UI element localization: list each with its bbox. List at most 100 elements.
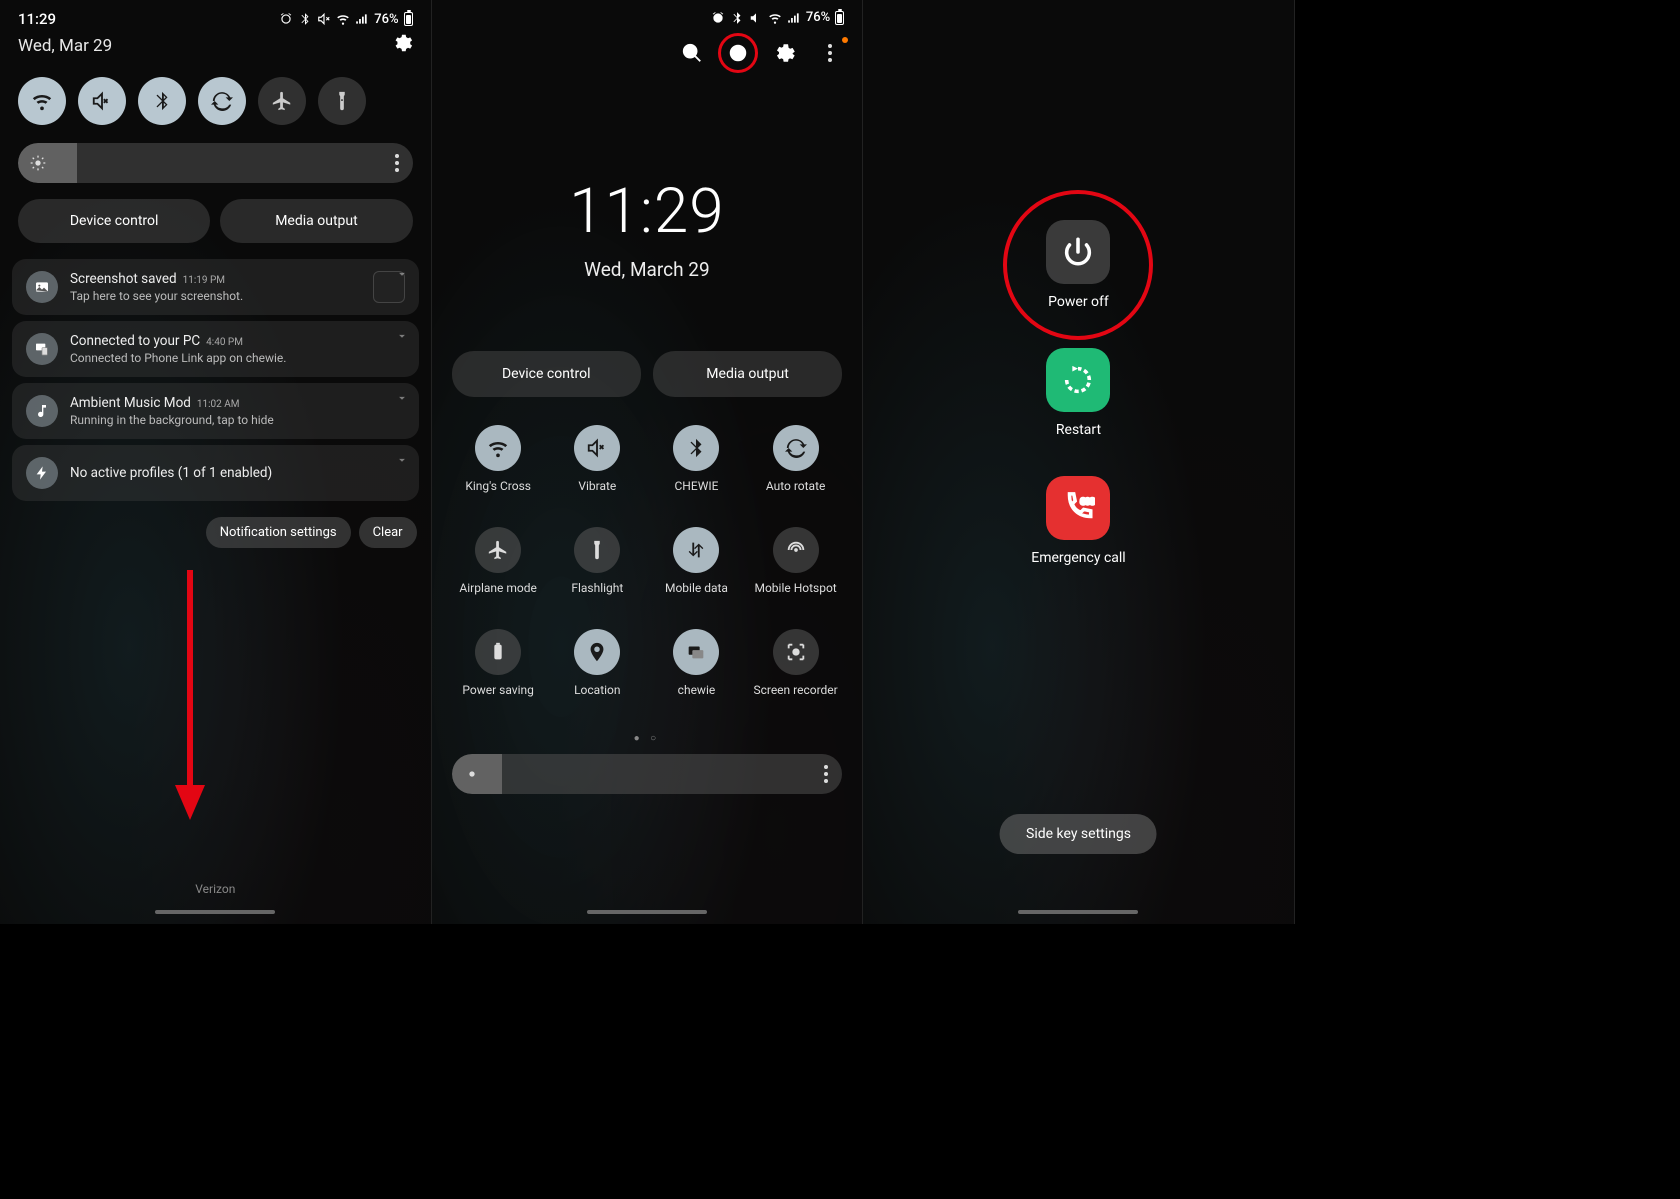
notification-actions: Notification settings Clear (0, 509, 431, 556)
emergency-label: Emergency call (1031, 550, 1125, 566)
notification-item[interactable]: No active profiles (1 of 1 enabled) (12, 445, 419, 501)
image-icon (26, 271, 58, 303)
notification-item[interactable]: Screenshot saved11:19 PM Tap here to see… (12, 259, 419, 315)
battery-icon (835, 11, 844, 25)
qs-mobiledata[interactable]: Mobile data (652, 527, 741, 609)
qs-label: Location (574, 683, 620, 711)
device-control-button[interactable]: Device control (18, 199, 210, 243)
notification-subtitle: Tap here to see your screenshot. (70, 289, 361, 303)
power-icon[interactable] (724, 39, 752, 67)
notification-body: Screenshot saved11:19 PM Tap here to see… (70, 271, 361, 303)
qs-label: CHEWIE (675, 479, 719, 507)
mute-toggle[interactable] (78, 77, 126, 125)
flashlight-toggle[interactable] (318, 77, 366, 125)
quick-toggle-row (0, 67, 431, 135)
notification-settings-button[interactable]: Notification settings (206, 517, 351, 548)
chevron-down-icon[interactable] (395, 453, 409, 467)
home-indicator[interactable] (587, 910, 707, 914)
chevron-down-icon[interactable] (395, 267, 409, 281)
qs-vibrate[interactable]: Vibrate (553, 425, 642, 507)
battery-pct: 76% (374, 12, 398, 27)
qs-label: Auto rotate (766, 479, 826, 507)
power-off-icon (1046, 220, 1110, 284)
qs-chewie[interactable]: chewie (652, 629, 741, 711)
notification-item[interactable]: Connected to your PC4:40 PM Connected to… (12, 321, 419, 377)
qs-label: Power saving (462, 683, 534, 711)
quick-settings-grid: King's Cross Vibrate CHEWIE Auto rotate … (432, 407, 863, 729)
more-icon[interactable] (816, 39, 844, 67)
quick-settings-panel: 76% 11:29 Wed, March 29 Device control M… (432, 0, 864, 924)
restart-label: Restart (1056, 422, 1101, 438)
signal-icon (787, 11, 801, 25)
alarm-icon (279, 12, 293, 26)
pc-link-icon (26, 333, 58, 365)
brightness-more-icon[interactable] (824, 765, 828, 783)
notification-title: Screenshot saved (70, 271, 177, 287)
search-icon[interactable] (678, 39, 706, 67)
power-off-button[interactable]: Power off (1046, 220, 1110, 310)
status-bar: 11:29 76% (0, 0, 431, 32)
settings-gear-icon[interactable] (391, 32, 413, 59)
shade-date: Wed, Mar 29 (18, 36, 112, 56)
qs-flashlight[interactable]: Flashlight (553, 527, 642, 609)
carrier-label: Verizon (0, 882, 431, 896)
bolt-icon (26, 457, 58, 489)
notification-list: Screenshot saved11:19 PM Tap here to see… (0, 251, 431, 509)
emergency-call-button[interactable]: SOS Emergency call (1031, 476, 1125, 566)
qs-label: Vibrate (578, 479, 616, 507)
notification-dot-icon (842, 37, 848, 43)
side-key-settings-button[interactable]: Side key settings (1000, 814, 1157, 854)
wifi-toggle[interactable] (18, 77, 66, 125)
home-indicator[interactable] (155, 910, 275, 914)
shade-date-row: Wed, Mar 29 (0, 32, 431, 67)
battery-icon (404, 12, 413, 26)
sun-icon (464, 766, 480, 782)
notification-item[interactable]: Ambient Music Mod11:02 AM Running in the… (12, 383, 419, 439)
notification-shade-panel: 11:29 76% Wed, Mar 29 Device control (0, 0, 432, 924)
qs-wifi[interactable]: King's Cross (454, 425, 543, 507)
autorotate-toggle[interactable] (198, 77, 246, 125)
qs-label: King's Cross (465, 479, 531, 507)
status-icons: 76% (279, 12, 412, 27)
notification-body: Ambient Music Mod11:02 AM Running in the… (70, 395, 405, 427)
media-output-button[interactable]: Media output (220, 199, 412, 243)
clear-button[interactable]: Clear (359, 517, 417, 548)
chevron-down-icon[interactable] (395, 391, 409, 405)
brightness-slider[interactable] (18, 143, 413, 183)
notification-subtitle: Running in the background, tap to hide (70, 413, 405, 427)
restart-icon (1046, 348, 1110, 412)
status-time: 11:29 (18, 10, 56, 28)
notification-time: 11:02 AM (197, 399, 240, 410)
wifi-icon (336, 12, 350, 26)
wifi-icon (768, 11, 782, 25)
bluetooth-toggle[interactable] (138, 77, 186, 125)
media-output-button[interactable]: Media output (653, 351, 842, 397)
qs-hotspot[interactable]: Mobile Hotspot (751, 527, 840, 609)
control-pill-row: Device control Media output (432, 281, 863, 407)
qs-location[interactable]: Location (553, 629, 642, 711)
clock-time: 11:29 (432, 175, 863, 248)
restart-button[interactable]: Restart (1046, 348, 1110, 438)
device-control-button[interactable]: Device control (452, 351, 641, 397)
settings-gear-icon[interactable] (770, 39, 798, 67)
chevron-down-icon[interactable] (395, 329, 409, 343)
qs-screenrec[interactable]: Screen recorder (751, 629, 840, 711)
qs-autorotate[interactable]: Auto rotate (751, 425, 840, 507)
qs-powersave[interactable]: Power saving (454, 629, 543, 711)
qs-toolbar (432, 29, 863, 75)
bluetooth-icon (730, 11, 744, 25)
qs-label: chewie (678, 683, 716, 711)
qs-bluetooth[interactable]: CHEWIE (652, 425, 741, 507)
music-icon (26, 395, 58, 427)
qs-airplane[interactable]: Airplane mode (454, 527, 543, 609)
signal-icon (355, 12, 369, 26)
notification-subtitle: Connected to Phone Link app on chewie. (70, 351, 405, 365)
brightness-more-icon[interactable] (395, 154, 399, 172)
brightness-slider[interactable] (452, 754, 843, 794)
home-indicator[interactable] (1018, 910, 1138, 914)
clock-date: Wed, March 29 (432, 258, 863, 281)
brightness-fill (18, 143, 77, 183)
emergency-icon: SOS (1046, 476, 1110, 540)
status-bar: 76% (432, 0, 863, 29)
airplane-toggle[interactable] (258, 77, 306, 125)
